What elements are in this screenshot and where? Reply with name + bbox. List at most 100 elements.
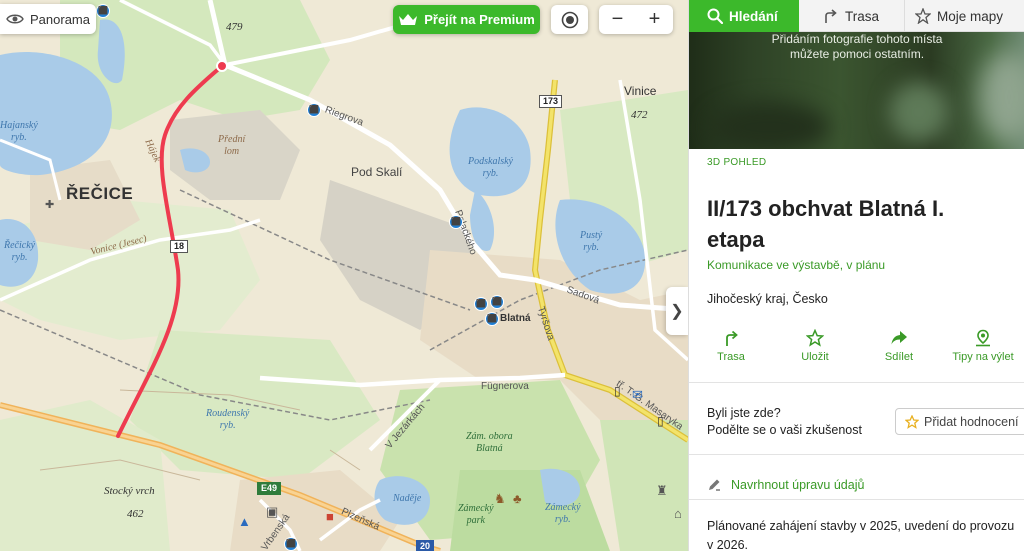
photo-blur — [979, 52, 1024, 142]
edit-icon — [709, 479, 720, 491]
premium-label: Přejít na Premium — [424, 12, 535, 27]
label-predni-lom: Přední lom — [218, 134, 246, 157]
tab-route[interactable]: Trasa — [799, 0, 905, 32]
label-zamecky-rybnik: Zámecký ryb. — [545, 502, 581, 525]
visited-share-text: Podělte se o vaši zkušenost — [707, 423, 862, 437]
suggest-edit-label: Navrhnout úpravu údajů — [731, 477, 865, 492]
place-title: II/173 obchvat Blatná I. etapa — [707, 196, 945, 252]
suggest-edit-link[interactable]: Navrhnout úpravu údajů — [707, 477, 864, 492]
tab-search-label: Hledání — [729, 8, 778, 24]
app-root: ŘEČICE Pod Skalí Vinice 472 479 Hajanský… — [0, 0, 1024, 551]
label-roudensky-rybnik: Roudenský ryb. — [206, 408, 250, 431]
star-icon — [806, 329, 824, 347]
bus-stop-icon[interactable]: ⬛ — [96, 4, 110, 18]
label-vinice-elevation: 472 — [631, 109, 648, 121]
route-icon — [825, 9, 837, 23]
church-icon[interactable]: ✚ — [45, 199, 54, 211]
road-shield-20: 20 — [416, 540, 435, 551]
divider — [689, 382, 1024, 383]
panel-tabs: Hledání Trasa Moje mapy — [689, 0, 1024, 32]
label-zamecky-park: Zámecký park — [458, 503, 494, 526]
tab-my-maps[interactable]: Moje mapy — [905, 0, 1024, 32]
action-bar: Trasa Uložit Sdílet Tipy na výlet — [689, 325, 1024, 375]
label-stocky-vrch: Stocký vrch — [104, 485, 155, 497]
place-description: Plánované zahájení stavby v 2025, uveden… — [707, 519, 1015, 551]
star-icon — [905, 414, 919, 429]
trip-tips-action-button[interactable]: Tipy na výlet — [941, 325, 1024, 375]
location-pin-icon — [976, 329, 990, 347]
label-street-fugnerova: Fügnerova — [481, 381, 529, 392]
place-region: Jihočeský kraj, Česko — [707, 292, 828, 306]
add-rating-label: Přidat hodnocení — [924, 414, 1019, 429]
panorama-button[interactable]: Panorama — [0, 4, 96, 34]
bus-stop-icon[interactable]: ⬛ — [284, 537, 298, 551]
bus-stop-icon[interactable]: ⬛ — [307, 103, 321, 117]
photo-caption: Přidáním fotografie tohoto místa můžete … — [771, 32, 943, 61]
shop-icon[interactable]: ▯ — [657, 415, 664, 427]
road-shield-18: 18 — [170, 240, 189, 253]
bus-stop-icon[interactable]: ⬛ — [485, 312, 499, 326]
share-action-label: Sdílet — [884, 351, 914, 363]
visited-prompt: Byli jste zde? Podělte se o vaši zkušeno… — [707, 405, 862, 439]
map-base-layer — [0, 0, 688, 551]
save-action-label: Uložit — [801, 351, 829, 363]
3d-view-link[interactable]: 3D POHLED — [707, 157, 766, 168]
route-action-button[interactable]: Trasa — [689, 325, 773, 375]
road-shield-173: 173 — [539, 95, 563, 108]
route-action-label: Trasa — [717, 351, 745, 363]
locate-me-button[interactable] — [551, 5, 588, 34]
label-zamecka-obora: Zám. obora Blatná — [466, 431, 513, 454]
tab-route-label: Trasa — [845, 8, 880, 24]
label-nadeje: Naděje — [393, 493, 422, 504]
target-icon — [561, 11, 578, 28]
label-pusty-rybnik: Pustý ryb. — [580, 230, 603, 253]
deer-icon[interactable]: ♞ — [494, 492, 506, 505]
photo-blur — [889, 82, 949, 142]
photo-placeholder[interactable]: Přidáním fotografie tohoto místa můžete … — [689, 32, 1024, 149]
castle-icon[interactable]: ♜ — [656, 484, 668, 497]
route-icon — [726, 330, 738, 346]
divider — [689, 454, 1024, 455]
camp-icon[interactable]: ▲ — [238, 515, 251, 528]
label-pod-skali: Pod Skalí — [351, 165, 403, 179]
label-hajansky-rybnik: Hajanský ryb. — [0, 120, 38, 143]
zoom-control: − + — [599, 5, 673, 34]
divider — [689, 499, 1024, 500]
tab-my-maps-label: Moje mapy — [937, 8, 1004, 24]
post-office-icon[interactable]: ✉ — [632, 388, 643, 401]
road-shield-e49: E49 — [257, 482, 282, 495]
label-recicky-rybnik: Řečický ryb. — [4, 240, 36, 263]
add-rating-button[interactable]: Přidat hodnocení — [895, 408, 1024, 435]
share-icon — [891, 331, 907, 345]
eye-icon — [6, 14, 24, 24]
label-top-elevation: 479 — [226, 21, 243, 33]
photo-blur — [709, 102, 829, 149]
collapse-panel-button[interactable]: ❯ — [666, 287, 688, 335]
label-podskalsky-rybnik: Podskalský ryb. — [468, 156, 513, 179]
premium-button[interactable]: Přejít na Premium — [393, 5, 540, 34]
panorama-label: Panorama — [30, 11, 90, 27]
place-type[interactable]: Komunikace ve výstavbě, v plánu — [707, 258, 885, 272]
label-vinice: Vinice — [624, 84, 657, 98]
share-action-button[interactable]: Sdílet — [857, 325, 941, 375]
bus-stop-icon[interactable]: ⬛ — [490, 295, 504, 309]
museum-icon[interactable]: ⌂ — [674, 507, 682, 520]
tab-search[interactable]: Hledání — [689, 0, 799, 32]
visited-question: Byli jste zde? — [707, 406, 781, 420]
label-blatna: Blatná — [500, 313, 531, 324]
detail-panel: Hledání Trasa Moje mapy Přidáním fotogra… — [688, 0, 1024, 551]
restaurant-icon[interactable]: ■ — [326, 510, 334, 523]
zoom-out-button[interactable]: − — [599, 5, 636, 34]
info-icon[interactable]: ▯ — [614, 385, 621, 397]
viewpoint-icon[interactable]: ▣ — [266, 505, 278, 518]
map-canvas[interactable]: ŘEČICE Pod Skalí Vinice 472 479 Hajanský… — [0, 0, 688, 551]
search-icon — [707, 8, 723, 24]
tree-icon[interactable]: ♣ — [513, 492, 522, 505]
bus-stop-icon[interactable]: ⬛ — [474, 297, 488, 311]
label-stocky-elevation: 462 — [127, 508, 144, 520]
save-action-button[interactable]: Uložit — [773, 325, 857, 375]
chevron-right-icon: ❯ — [670, 303, 684, 320]
bus-stop-icon[interactable]: ⬛ — [449, 215, 463, 229]
zoom-in-button[interactable]: + — [636, 5, 673, 34]
star-icon — [915, 8, 931, 24]
